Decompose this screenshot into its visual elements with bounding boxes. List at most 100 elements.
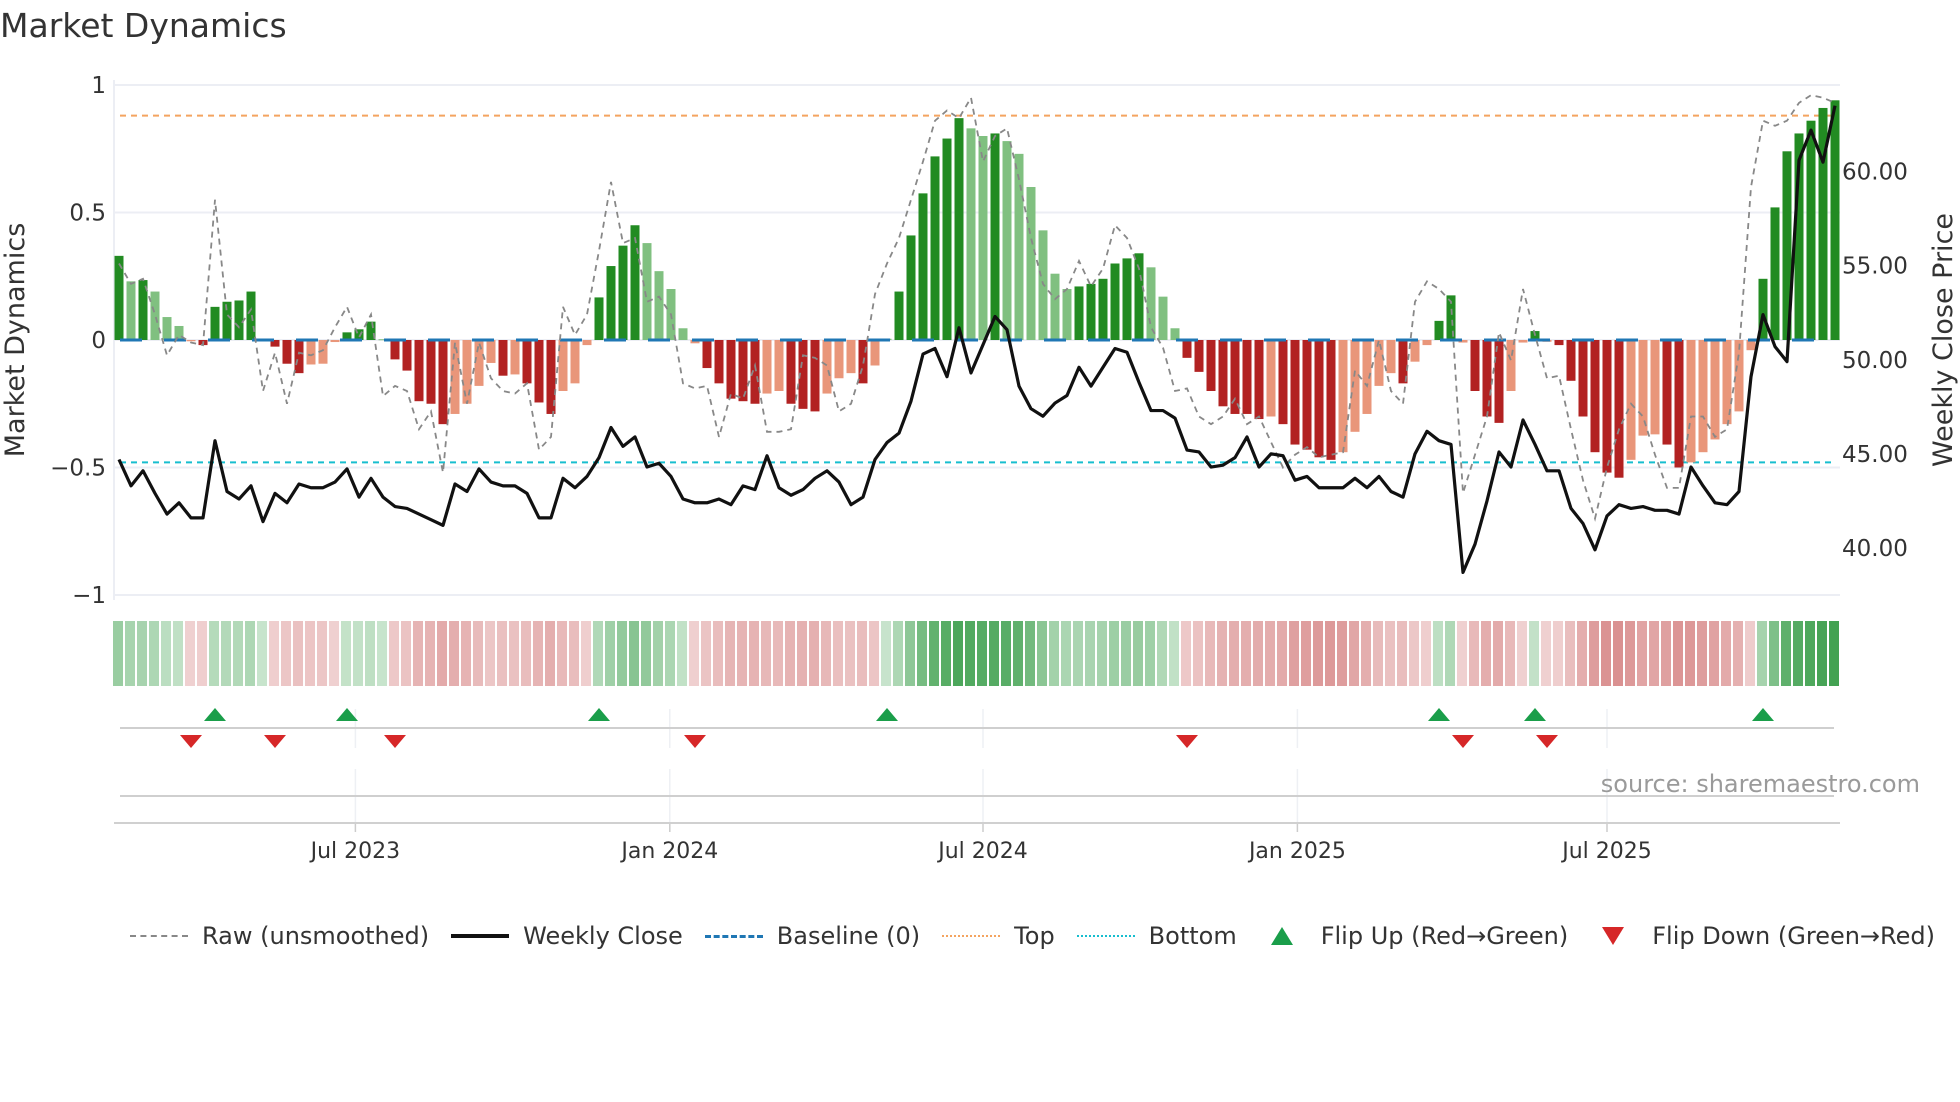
momentum-bar	[606, 266, 616, 340]
heat-cell	[1481, 621, 1491, 686]
momentum-bar	[1566, 340, 1576, 381]
y-tick-label: −0.5	[50, 456, 106, 482]
heat-cell	[1709, 621, 1719, 686]
heat-cell	[1397, 621, 1407, 686]
heat-cell	[1805, 621, 1815, 686]
heat-cell	[869, 621, 879, 686]
momentum-bar	[1602, 340, 1612, 473]
heat-cell	[1193, 621, 1203, 686]
momentum-bar	[210, 306, 220, 340]
momentum-bar	[570, 340, 580, 384]
heat-cell	[1277, 621, 1287, 686]
heat-cell	[197, 621, 207, 686]
heat-cell	[233, 621, 243, 686]
momentum-bar	[1242, 340, 1252, 414]
legend-swatch	[704, 934, 763, 938]
momentum-bar	[1050, 273, 1060, 340]
heat-cell	[977, 621, 987, 686]
heat-cell	[917, 621, 927, 686]
series-lines	[117, 94, 1837, 575]
flip-up-marker	[204, 708, 226, 721]
heat-cell	[1169, 621, 1179, 686]
legend: Raw (unsmoothed) Weekly Close Baseline (0)…	[130, 922, 1957, 950]
heat-cell	[1121, 621, 1131, 686]
momentum-bar	[1170, 328, 1180, 340]
momentum-bar	[1410, 340, 1420, 362]
heat-cell	[1577, 621, 1587, 686]
heat-cell	[1469, 621, 1479, 686]
momentum-bar	[294, 340, 304, 374]
momentum-bar	[1218, 340, 1228, 407]
heat-cell	[1109, 621, 1119, 686]
y-tick-label: 0.5	[69, 201, 106, 227]
momentum-bar	[126, 281, 136, 340]
heat-cell	[1181, 621, 1191, 686]
heat-cell	[1697, 621, 1707, 686]
heat-cell	[1385, 621, 1395, 686]
heat-cell	[941, 621, 951, 686]
momentum-bar	[834, 340, 844, 379]
heat-cell	[557, 621, 567, 686]
momentum-bar	[702, 340, 712, 369]
legend-swatch	[1076, 935, 1135, 937]
momentum-bar	[1674, 340, 1684, 468]
momentum-bar	[642, 243, 652, 340]
heat-cell	[1337, 621, 1347, 686]
momentum-bar	[1098, 278, 1108, 340]
heat-cell	[389, 621, 399, 686]
momentum-bar	[1122, 258, 1132, 340]
momentum-bar	[1326, 340, 1336, 460]
heat-cell	[989, 621, 999, 686]
momentum-bar	[162, 317, 172, 340]
heat-cell	[1049, 621, 1059, 686]
heat-cell	[305, 621, 315, 686]
momentum-bar	[1626, 340, 1636, 460]
legend-label: Bottom	[1148, 922, 1237, 950]
momentum-bar	[1554, 340, 1564, 346]
heat-cell	[1637, 621, 1647, 686]
heat-cell	[545, 621, 555, 686]
heat-cell	[569, 621, 579, 686]
momentum-bar	[1302, 340, 1312, 450]
heat-cell	[773, 621, 783, 686]
momentum-bar	[414, 340, 424, 402]
momentum-bar	[1206, 340, 1216, 391]
x-tick-label: Jan 2024	[619, 839, 718, 864]
momentum-bar	[1638, 340, 1648, 436]
x-tick-label: Jul 2024	[936, 839, 1028, 864]
heat-cell	[821, 621, 831, 686]
momentum-bar	[1830, 100, 1840, 340]
flip-up-marker	[1524, 708, 1546, 721]
heat-cell	[905, 621, 915, 686]
momentum-bar	[1506, 340, 1516, 391]
flip-down-marker	[1536, 735, 1558, 748]
momentum-bar	[1770, 207, 1780, 340]
momentum-bars	[114, 100, 1840, 478]
momentum-bar	[510, 340, 520, 375]
momentum-bar	[594, 297, 604, 340]
heat-cell	[629, 621, 639, 686]
heat-cell	[689, 621, 699, 686]
momentum-bar	[1146, 267, 1156, 340]
heat-cell	[1073, 621, 1083, 686]
legend-label: Flip Up (Red→Green)	[1320, 922, 1569, 950]
y-right-tick-label: 60.00	[1842, 160, 1908, 186]
x-tick-label: Jan 2025	[1247, 839, 1346, 864]
flip-down-marker	[384, 735, 406, 748]
heat-cell	[1625, 621, 1635, 686]
heat-cell	[269, 621, 279, 686]
momentum-bar	[1338, 340, 1348, 453]
heat-cell	[1589, 621, 1599, 686]
heat-cell	[1781, 621, 1791, 686]
heat-cell	[653, 621, 663, 686]
momentum-bar	[1254, 340, 1264, 420]
momentum-bar	[822, 340, 832, 394]
heat-cell	[125, 621, 135, 686]
heat-cell	[341, 621, 351, 686]
legend-item-bottom: Bottom	[1076, 922, 1237, 950]
momentum-bar	[1266, 340, 1276, 417]
heat-cell	[1301, 621, 1311, 686]
heat-cell	[1265, 621, 1275, 686]
heat-cell	[1661, 621, 1671, 686]
momentum-bar	[186, 340, 196, 342]
